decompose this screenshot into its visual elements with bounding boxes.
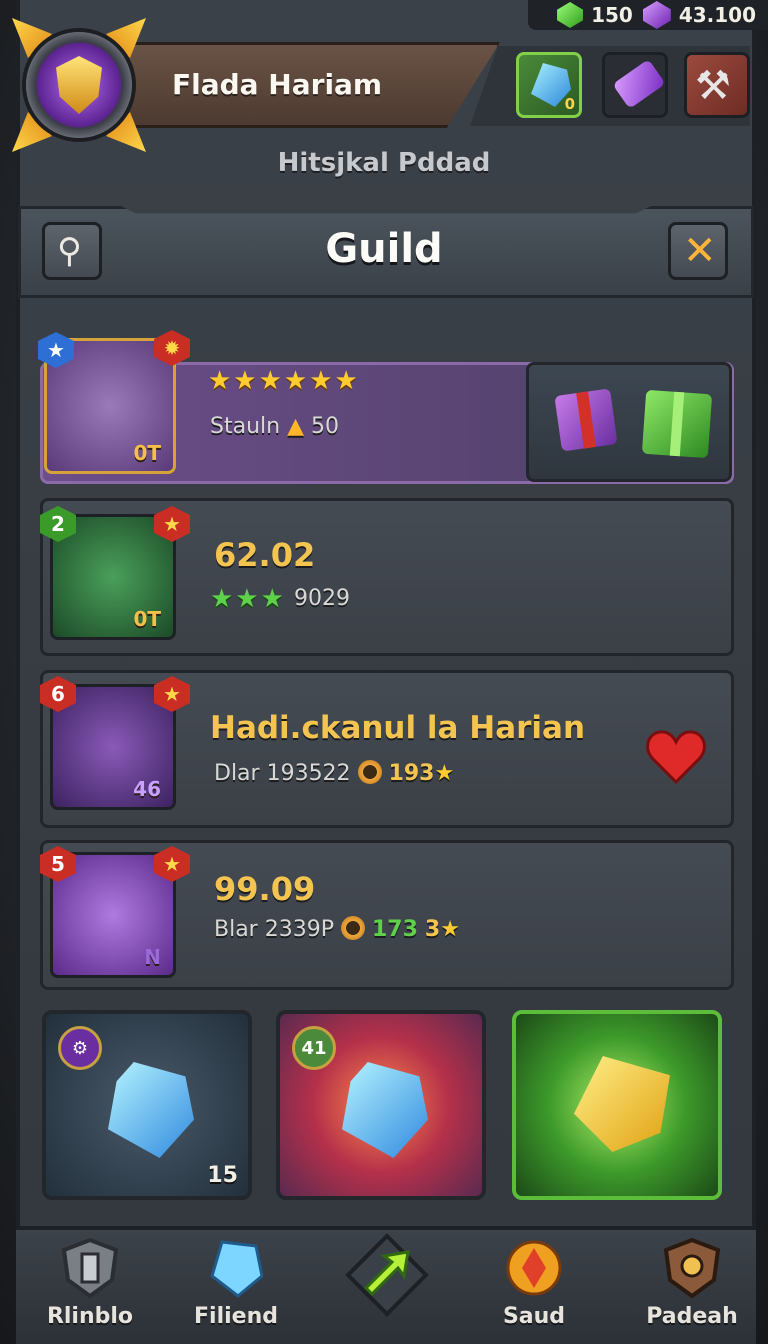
green-gift-icon [641,389,713,459]
row-subtitle-value: 3 [424,917,441,942]
tools-button[interactable]: ⚒ [684,52,750,118]
green-gem-amount: 150 [591,3,633,27]
crystal-button[interactable]: 0 [516,52,582,118]
row-subtitle-label: Blar 2339P [214,917,334,942]
shield-gem-tile[interactable]: ⚙ 15 [42,1010,252,1200]
star-rating: ★★★★★★ [208,366,360,396]
nav-label: Filiend [194,1304,278,1329]
featured-subtitle-value: 50 [311,414,339,439]
nav-label: Rlinblo [46,1304,134,1329]
item-thumbnail-label: 46 [133,777,161,801]
page-subtitle: Ηitsjkal Pddad [277,148,491,178]
featured-item-label: 0T [133,441,161,465]
gold-crystal-tile[interactable] [512,1010,722,1200]
close-button[interactable]: ✕ [668,222,728,280]
coin-icon [340,916,365,940]
nav-item-shield[interactable]: Rlinblo [30,1232,150,1340]
nav-item-upgrade[interactable] [326,1232,446,1340]
currency-bar: 150 43.100 [528,0,768,30]
heart-icon[interactable] [646,728,706,784]
row-title: Hadi.ckanul la Harian [210,710,586,746]
nav-label: Saud [502,1304,566,1329]
guild-emblem-icon[interactable] [12,18,146,152]
nav-item-search[interactable]: Padeah [632,1232,752,1340]
row-title: 62.02 [214,536,316,574]
blue-crystal-icon [342,1062,428,1158]
featured-subtitle: Stauln ▲ 50 [210,414,339,439]
featured-subtitle-label: Stauln [210,414,281,439]
purple-gem-counter[interactable]: 43.100 [642,1,756,29]
blue-gem-shield-icon [108,1062,194,1158]
level-badge: 41 [292,1026,336,1070]
star-icon: ★ [434,761,455,786]
magnifier-shield-icon [663,1237,721,1299]
player-title: Flada Hariam [172,68,383,101]
close-icon: ✕ [683,228,717,274]
star-icon: ★ [440,917,460,942]
nav-label: Padeah [646,1304,738,1329]
row-subtitle: 9029 [294,586,350,611]
row-subtitle-extra: 173 [371,917,418,942]
green-arrow-icon [345,1233,429,1317]
row-subtitle: Blar 2339P 173 3★ [214,916,460,942]
green-star-rating: ★★★ [210,584,286,614]
flame-icon: ▲ [287,414,304,439]
shield-icon [61,1237,119,1299]
gear-badge-icon: ⚙ [58,1026,102,1070]
row-subtitle-value: 193 [388,761,435,786]
tile-count: 15 [207,1163,238,1188]
row-title: 99.09 [214,870,316,908]
purple-gift-icon [554,388,618,452]
item-thumbnail-label: N [144,945,161,969]
coin-icon [357,760,382,784]
scroll-icon [612,59,666,109]
purple-gem-icon [642,1,671,29]
gold-crystal-icon [574,1056,670,1152]
scroll-button[interactable] [602,52,668,118]
row-subtitle-label: Dlar 193522 [214,761,351,786]
sun-emblem-icon [506,1240,562,1296]
row-subtitle: Dlar 193522 193★ [214,760,454,786]
green-gem-counter[interactable]: 150 [557,2,633,28]
green-gem-icon [557,2,584,28]
crystal-burst-tile[interactable]: 41 [276,1010,486,1200]
wrench-icon: ⚒ [695,63,731,109]
nav-item-sun[interactable]: Saud [474,1232,594,1340]
crystal-count: 0 [564,95,575,113]
purple-gem-amount: 43.100 [678,3,756,27]
blue-crystal-icon [210,1240,264,1298]
nav-item-crystal[interactable]: Filiend [176,1232,296,1340]
item-thumbnail-label: 0T [133,607,161,631]
guild-title: Guild [325,226,443,272]
